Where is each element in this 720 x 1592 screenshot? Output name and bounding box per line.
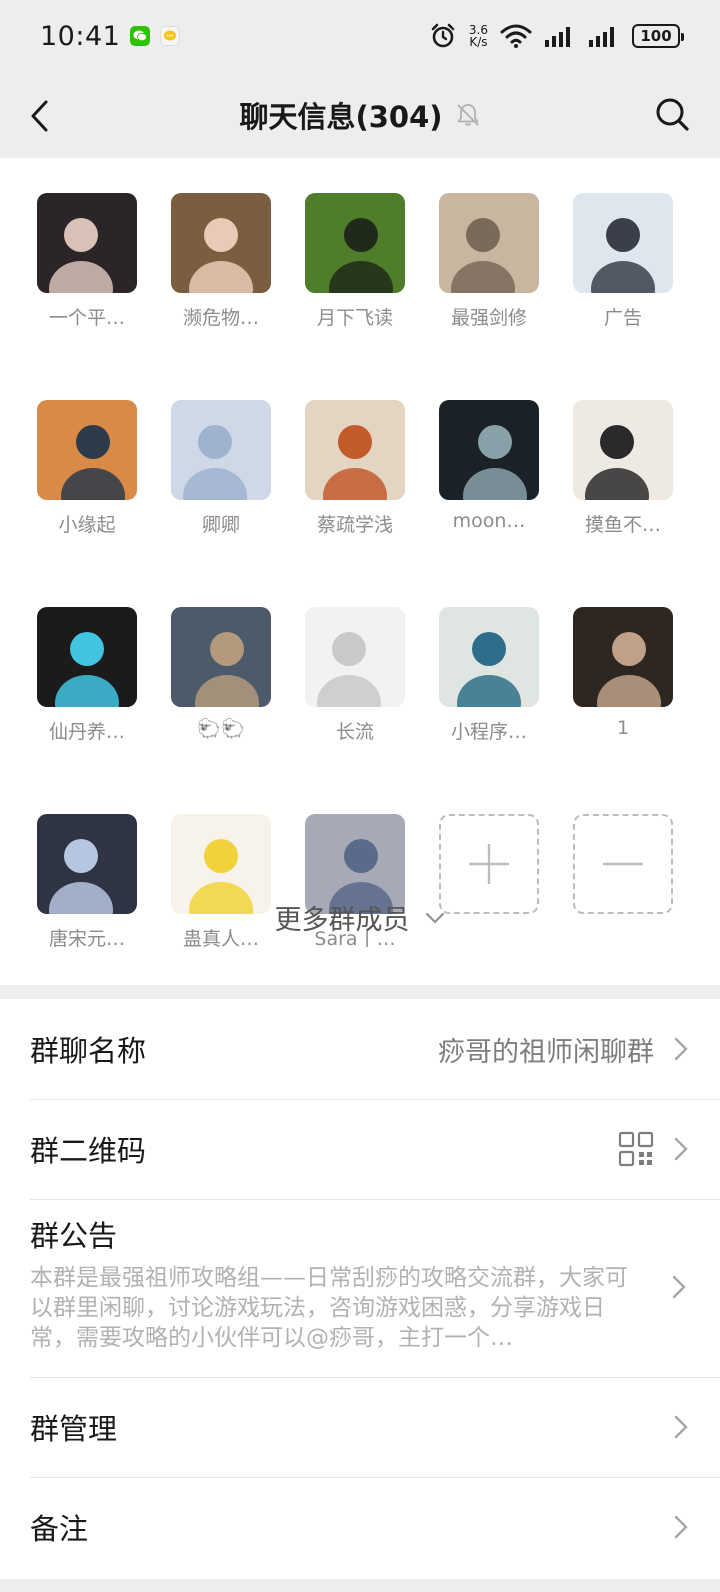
group-qr-label: 群二维码	[30, 1134, 147, 1168]
member-item[interactable]: 一个平…	[37, 193, 137, 330]
member-name: 广告	[603, 307, 642, 329]
member-item[interactable]: 蔡疏学浅	[305, 400, 405, 537]
group-name-row[interactable]: 群聊名称 痧哥的祖师闲聊群	[0, 999, 720, 1099]
chat-notification-icon	[160, 26, 181, 46]
member-name: 卿卿	[201, 514, 240, 536]
group-notice-label: 群公告	[30, 1219, 118, 1253]
member-avatar[interactable]	[305, 193, 405, 293]
member-name: 濒危物…	[182, 307, 259, 329]
group-name-label: 群聊名称	[30, 1034, 147, 1068]
network-speed: 3.6 K/s	[469, 24, 488, 48]
member-avatar[interactable]	[573, 193, 673, 293]
member-avatar[interactable]	[171, 400, 271, 500]
search-icon[interactable]	[652, 94, 692, 134]
member-item[interactable]: 小缘起	[37, 400, 137, 537]
battery-indicator: 100	[632, 24, 684, 48]
group-manage-row[interactable]: 群管理	[0, 1377, 720, 1477]
member-avatar[interactable]	[439, 607, 539, 707]
group-settings: 群聊名称 痧哥的祖师闲聊群 群二维码 群公告 本群是最强祖师攻略组——日常刮痧的…	[0, 999, 720, 1579]
member-name: 一个平…	[48, 307, 125, 329]
member-name: 🐑🐑	[197, 718, 245, 740]
back-arrow-icon[interactable]	[22, 96, 62, 136]
header: 聊天信息(304)	[0, 72, 720, 158]
minus-icon	[603, 862, 643, 866]
qr-code-icon	[618, 1131, 654, 1167]
remark-label: 备注	[30, 1512, 89, 1546]
remark-row[interactable]: 备注	[0, 1477, 720, 1577]
group-manage-label: 群管理	[30, 1412, 118, 1446]
group-notice-text: 本群是最强祖师攻略组——日常刮痧的攻略交流群，大家可以群里闲聊，讨论游戏玩法，咨…	[30, 1265, 628, 1351]
member-avatar[interactable]	[305, 607, 405, 707]
member-avatar[interactable]	[439, 400, 539, 500]
more-members-label: 更多群成员	[274, 905, 410, 936]
member-name: 蔡疏学浅	[316, 514, 393, 536]
group-name-value: 痧哥的祖师闲聊群	[438, 1036, 654, 1068]
member-avatar[interactable]	[37, 193, 137, 293]
member-avatar[interactable]	[573, 607, 673, 707]
member-name: 小程序…	[450, 721, 527, 743]
member-item[interactable]: 1	[573, 607, 673, 744]
member-name: 仙丹养…	[48, 721, 125, 743]
page-title: 聊天信息(304)	[239, 100, 443, 134]
member-item[interactable]: moon…	[439, 400, 539, 537]
member-item[interactable]: 最强剑修	[439, 193, 539, 330]
member-name: 最强剑修	[450, 307, 527, 329]
member-item[interactable]: 摸鱼不…	[573, 400, 673, 537]
chevron-right-icon	[674, 1137, 688, 1161]
wechat-notification-icon	[130, 26, 151, 46]
member-name: 长流	[335, 721, 374, 743]
chevron-right-icon	[674, 1037, 688, 1061]
more-members-button[interactable]: 更多群成员	[0, 898, 720, 937]
member-name: 小缘起	[58, 514, 116, 536]
member-name: moon…	[452, 510, 526, 532]
member-avatar[interactable]	[439, 193, 539, 293]
member-name: 月下飞读	[316, 307, 393, 329]
member-item[interactable]: 🐑🐑	[171, 607, 271, 744]
members-panel: 一个平… 濒危物… 月下飞读 最强剑修 广告小缘起 卿卿 蔡疏学浅 moon… 摸鱼不… 仙丹养……	[0, 158, 720, 985]
member-avatar[interactable]	[171, 193, 271, 293]
alarm-icon	[431, 23, 455, 48]
member-avatar[interactable]	[573, 400, 673, 500]
member-item[interactable]: 仙丹养…	[37, 607, 137, 744]
signal-icon-1	[545, 27, 570, 47]
member-name: 摸鱼不…	[584, 514, 661, 536]
group-notice-row[interactable]: 群公告 本群是最强祖师攻略组——日常刮痧的攻略交流群，大家可以群里闲聊，讨论游戏…	[0, 1199, 720, 1377]
wifi-icon	[500, 24, 532, 48]
network-speed-unit: K/s	[469, 35, 488, 49]
member-item[interactable]: 长流	[305, 607, 405, 744]
chevron-down-icon	[425, 912, 444, 923]
member-item[interactable]: 月下飞读	[305, 193, 405, 330]
chevron-right-icon	[672, 1275, 686, 1299]
status-bar: 10:41 3.6 K/s 100	[0, 0, 720, 72]
member-grid: 一个平… 濒危物… 月下飞读 最强剑修 广告小缘起 卿卿 蔡疏学浅 moon… 摸鱼不… 仙丹养……	[37, 193, 673, 951]
member-name: 1	[616, 717, 630, 739]
mute-bell-icon	[456, 104, 479, 126]
member-item[interactable]: 卿卿	[171, 400, 271, 537]
member-item[interactable]: 广告	[573, 193, 673, 330]
signal-icon-2	[589, 27, 614, 47]
member-item[interactable]: 濒危物…	[171, 193, 271, 330]
chevron-right-icon	[674, 1415, 688, 1439]
member-avatar[interactable]	[305, 400, 405, 500]
group-qr-row[interactable]: 群二维码	[0, 1099, 720, 1199]
status-time: 10:41	[40, 20, 121, 52]
member-avatar[interactable]	[37, 400, 137, 500]
plus-icon	[469, 844, 509, 884]
chevron-right-icon	[674, 1515, 688, 1539]
member-avatar[interactable]	[171, 607, 271, 707]
member-avatar[interactable]	[37, 607, 137, 707]
member-item[interactable]: 小程序…	[439, 607, 539, 744]
